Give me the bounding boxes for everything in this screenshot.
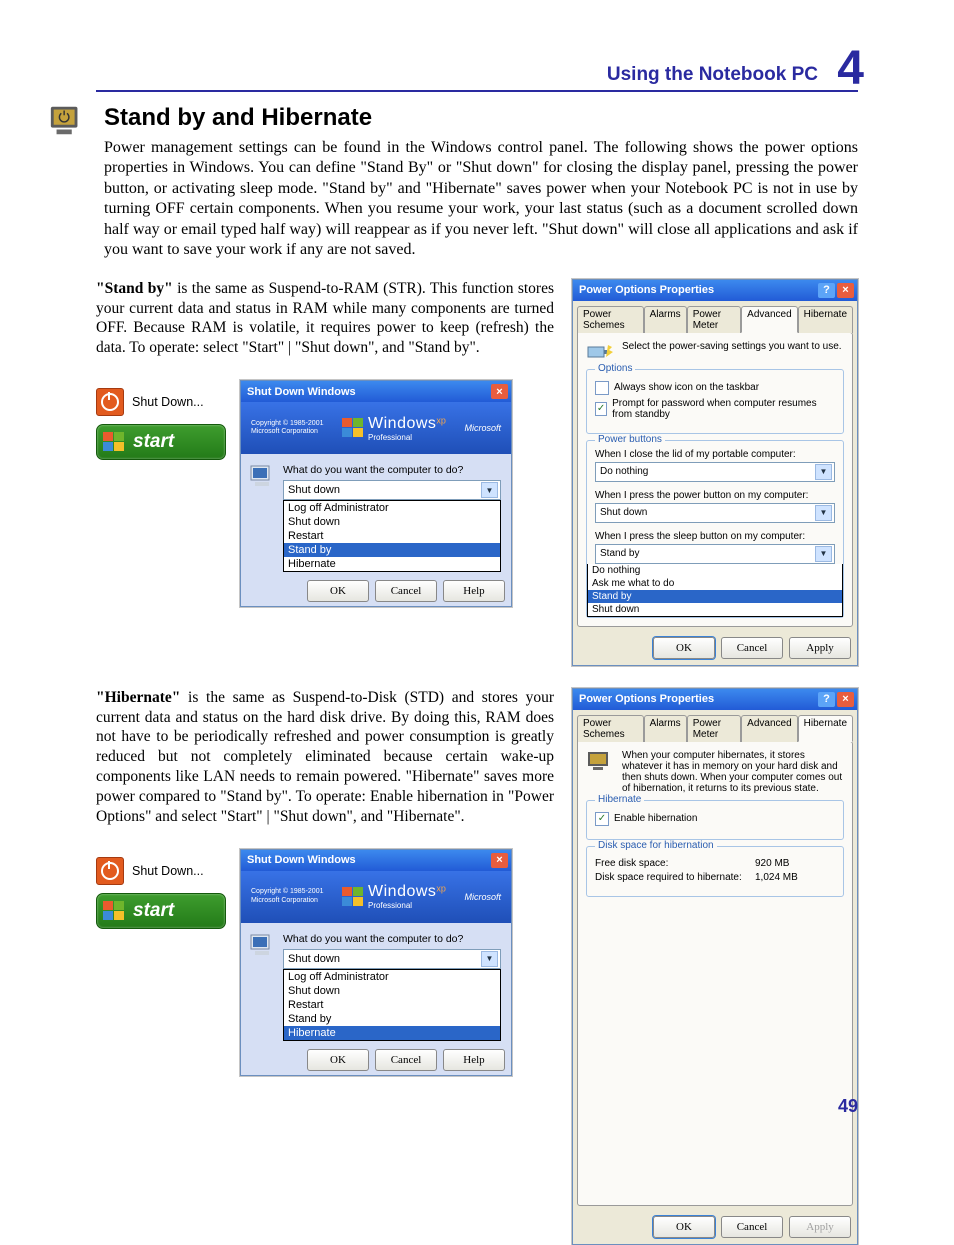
power-icon bbox=[96, 388, 124, 416]
tab-power-meter[interactable]: Power Meter bbox=[687, 715, 741, 742]
chevron-down-icon[interactable]: ▼ bbox=[481, 951, 498, 967]
power-button-label: When I press the power button on my comp… bbox=[595, 490, 835, 501]
shutdown-prompt: What do you want the computer to do? bbox=[283, 933, 501, 945]
computer-icon bbox=[249, 933, 275, 957]
cancel-button[interactable]: Cancel bbox=[721, 637, 783, 659]
page-number: 49 bbox=[838, 1096, 858, 1117]
shutdown-options-list[interactable]: Log off Administrator Shut down Restart … bbox=[283, 969, 501, 1041]
tab-power-schemes[interactable]: Power Schemes bbox=[577, 306, 644, 333]
help-icon[interactable]: ? bbox=[818, 283, 835, 298]
enable-hibernation-label: Enable hibernation bbox=[614, 813, 697, 824]
chapter-header: Using the Notebook PC 4 bbox=[96, 48, 858, 92]
lid-close-label: When I close the lid of my portable comp… bbox=[595, 449, 835, 460]
tab-power-schemes[interactable]: Power Schemes bbox=[577, 715, 644, 742]
tab-bar: Power Schemes Alarms Power Meter Advance… bbox=[573, 710, 857, 741]
tab-alarms[interactable]: Alarms bbox=[644, 715, 687, 742]
dialog-title: Shut Down Windows bbox=[247, 386, 356, 398]
power-buttons-group: Power buttons When I close the lid of my… bbox=[586, 440, 844, 618]
enable-hibernation-checkbox[interactable]: ✓ bbox=[595, 812, 609, 826]
close-icon[interactable]: × bbox=[837, 283, 854, 298]
power-options-advanced-dialog: Power Options Properties ?× Power Scheme… bbox=[572, 279, 858, 666]
power-button-select[interactable]: Shut down▼ bbox=[595, 503, 835, 523]
chevron-down-icon[interactable]: ▼ bbox=[815, 464, 832, 480]
chevron-down-icon[interactable]: ▼ bbox=[481, 482, 498, 498]
help-button[interactable]: Help bbox=[443, 580, 505, 602]
tab-hibernate[interactable]: Hibernate bbox=[798, 306, 853, 333]
help-button[interactable]: Help bbox=[443, 1049, 505, 1071]
hibernate-group: Hibernate ✓Enable hibernation bbox=[586, 800, 844, 840]
chevron-down-icon[interactable]: ▼ bbox=[815, 505, 832, 521]
copyright-text: Copyright © 1985-2001 Microsoft Corporat… bbox=[251, 888, 323, 905]
ok-button[interactable]: OK bbox=[307, 580, 369, 602]
shutdown-select[interactable]: Shut down▼ bbox=[283, 480, 501, 500]
help-icon[interactable]: ? bbox=[818, 692, 835, 707]
taskbar-icon-checkbox[interactable] bbox=[595, 381, 609, 395]
dialog-title: Power Options Properties bbox=[579, 693, 714, 705]
close-icon[interactable]: × bbox=[491, 384, 508, 399]
sleep-button-options[interactable]: Do nothing Ask me what to do Stand by Sh… bbox=[587, 564, 843, 617]
shutdown-menu-label[interactable]: Shut Down... bbox=[132, 864, 204, 878]
free-disk-label: Free disk space: bbox=[595, 858, 668, 869]
start-label: start bbox=[133, 431, 174, 453]
start-button[interactable]: start bbox=[96, 424, 226, 460]
power-options-hibernate-dialog: Power Options Properties ?× Power Scheme… bbox=[572, 688, 858, 1245]
battery-plug-icon bbox=[586, 341, 614, 363]
shutdown-menu-label[interactable]: Shut Down... bbox=[132, 395, 204, 409]
monitor-icon bbox=[586, 750, 614, 772]
hibernate-description: When your computer hibernates, it stores… bbox=[622, 750, 844, 794]
cancel-button[interactable]: Cancel bbox=[375, 580, 437, 602]
disk-space-group: Disk space for hibernation Free disk spa… bbox=[586, 846, 844, 897]
dialog-title: Power Options Properties bbox=[579, 284, 714, 296]
shutdown-dialog-standby: Shut Down Windows × Copyright © 1985-200… bbox=[240, 380, 512, 607]
hibernate-paragraph: "Hibernate" is the same as Suspend-to-Di… bbox=[96, 688, 554, 827]
password-resume-checkbox[interactable]: ✓ bbox=[595, 402, 607, 416]
password-resume-label: Prompt for password when computer resume… bbox=[612, 398, 835, 420]
power-icon bbox=[96, 857, 124, 885]
tab-bar: Power Schemes Alarms Power Meter Advance… bbox=[573, 301, 857, 332]
standby-paragraph: "Stand by" is the same as Suspend-to-RAM… bbox=[96, 279, 554, 358]
sleep-button-label: When I press the sleep button on my comp… bbox=[595, 531, 835, 542]
computer-icon bbox=[249, 464, 275, 488]
ok-button[interactable]: OK bbox=[307, 1049, 369, 1071]
start-label: start bbox=[133, 900, 174, 922]
close-icon[interactable]: × bbox=[837, 692, 854, 707]
windows-logo: WindowsxpProfessional bbox=[342, 415, 446, 442]
apply-button[interactable]: Apply bbox=[789, 1216, 851, 1238]
monitor-power-icon bbox=[48, 102, 86, 138]
tab-alarms[interactable]: Alarms bbox=[644, 306, 687, 333]
sleep-button-select[interactable]: Stand by▼ bbox=[595, 544, 835, 564]
cancel-button[interactable]: Cancel bbox=[375, 1049, 437, 1071]
tab-power-meter[interactable]: Power Meter bbox=[687, 306, 741, 333]
shutdown-select[interactable]: Shut down▼ bbox=[283, 949, 501, 969]
cancel-button[interactable]: Cancel bbox=[721, 1216, 783, 1238]
windows-logo: WindowsxpProfessional bbox=[342, 883, 446, 910]
tab-advanced[interactable]: Advanced bbox=[741, 715, 797, 742]
shutdown-dialog-hibernate: Shut Down Windows × Copyright © 1985-200… bbox=[240, 849, 512, 1076]
section-heading: Stand by and Hibernate bbox=[104, 104, 858, 132]
ok-button[interactable]: OK bbox=[653, 1216, 715, 1238]
intro-paragraph: Power management settings can be found i… bbox=[104, 138, 858, 261]
tab-advanced[interactable]: Advanced bbox=[741, 306, 797, 333]
chevron-down-icon[interactable]: ▼ bbox=[815, 546, 832, 562]
apply-button[interactable]: Apply bbox=[789, 637, 851, 659]
close-icon[interactable]: × bbox=[491, 853, 508, 868]
advanced-description: Select the power-saving settings you wan… bbox=[622, 341, 842, 352]
ok-button[interactable]: OK bbox=[653, 637, 715, 659]
required-disk-value: 1,024 MB bbox=[755, 872, 835, 883]
dialog-title: Shut Down Windows bbox=[247, 854, 356, 866]
chapter-title: Using the Notebook PC bbox=[607, 64, 818, 86]
tab-hibernate[interactable]: Hibernate bbox=[798, 715, 853, 742]
free-disk-value: 920 MB bbox=[755, 858, 835, 869]
shutdown-options-list[interactable]: Log off Administrator Shut down Restart … bbox=[283, 500, 501, 572]
start-button[interactable]: start bbox=[96, 893, 226, 929]
copyright-text: Copyright © 1985-2001 Microsoft Corporat… bbox=[251, 420, 323, 437]
options-group: Options Always show icon on the taskbar … bbox=[586, 369, 844, 434]
shutdown-prompt: What do you want the computer to do? bbox=[283, 464, 501, 476]
chapter-number: 4 bbox=[837, 41, 864, 96]
lid-close-select[interactable]: Do nothing▼ bbox=[595, 462, 835, 482]
required-disk-label: Disk space required to hibernate: bbox=[595, 872, 742, 883]
taskbar-icon-label: Always show icon on the taskbar bbox=[614, 382, 759, 393]
